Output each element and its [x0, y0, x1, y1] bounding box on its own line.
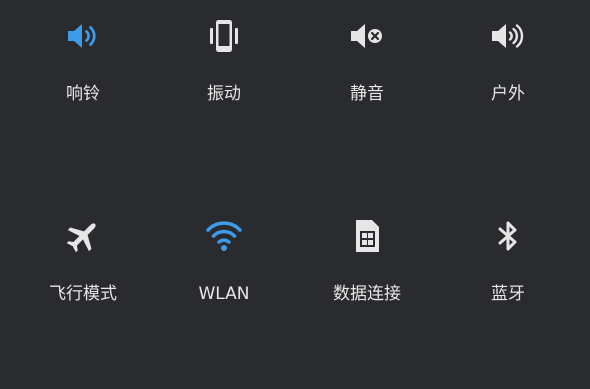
sound-mode-ring-label: 响铃	[66, 84, 100, 104]
volume-loud-icon	[488, 16, 528, 56]
volume-ring-icon	[63, 16, 103, 56]
sound-mode-row: 响铃 振动 静音 户外	[0, 0, 590, 110]
toggle-bluetooth-label: 蓝牙	[491, 284, 525, 304]
sound-mode-silent[interactable]: 静音	[307, 0, 427, 110]
volume-mute-icon	[347, 16, 387, 56]
toggle-wlan-label: WLAN	[198, 284, 250, 304]
sound-mode-vibrate[interactable]: 振动	[164, 0, 284, 110]
panel-bottom-edge	[0, 370, 590, 389]
wifi-icon	[204, 216, 244, 256]
toggle-airplane-mode-label: 飞行模式	[49, 284, 117, 304]
airplane-icon	[63, 216, 103, 256]
toggle-wlan[interactable]: WLAN	[164, 200, 284, 310]
toggle-bluetooth[interactable]: 蓝牙	[448, 200, 568, 310]
sound-mode-ring[interactable]: 响铃	[23, 0, 143, 110]
bluetooth-icon	[488, 216, 528, 256]
sound-mode-outdoor-label: 户外	[491, 84, 525, 104]
quick-settings-panel: 响铃 振动 静音 户外 飞行模式 WLAN 数据连接 蓝牙	[0, 0, 590, 389]
phone-vibrate-icon	[204, 16, 244, 56]
sim-card-icon	[347, 216, 387, 256]
toggle-airplane-mode[interactable]: 飞行模式	[23, 200, 143, 310]
sound-mode-silent-label: 静音	[350, 84, 384, 104]
sound-mode-vibrate-label: 振动	[207, 84, 241, 104]
toggle-mobile-data[interactable]: 数据连接	[307, 200, 427, 310]
sound-mode-outdoor[interactable]: 户外	[448, 0, 568, 110]
connectivity-row: 飞行模式 WLAN 数据连接 蓝牙	[0, 200, 590, 310]
toggle-mobile-data-label: 数据连接	[333, 284, 401, 304]
